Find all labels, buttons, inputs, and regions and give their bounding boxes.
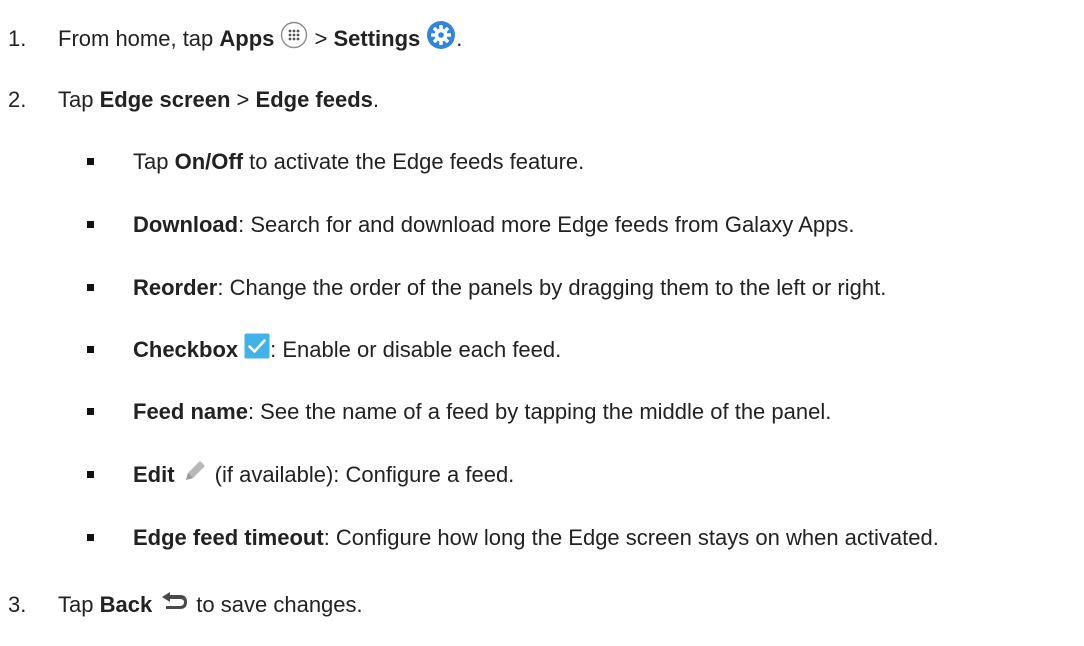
back-arrow-icon xyxy=(158,589,190,621)
bullet-description: to activate the Edge feeds feature. xyxy=(243,149,585,174)
bullet-term: Checkbox xyxy=(133,337,239,362)
bullet-item: Edge feed timeout : Configure how long t… xyxy=(0,523,1084,553)
bullet-square xyxy=(87,471,94,478)
step-number: 2. xyxy=(8,87,27,112)
step-text-prefix: From home, tap xyxy=(58,26,220,51)
step-text: Tap Back to save changes. xyxy=(58,589,363,621)
bullet-term: Feed name xyxy=(133,399,248,424)
bullet-description: : Change the order of the panels by drag… xyxy=(217,275,887,300)
step-text-end: . xyxy=(372,87,380,112)
step-text: From home, tap Apps > Settings . xyxy=(58,20,462,58)
bullet-item: Download : Search for and download more … xyxy=(0,210,1084,240)
bullet-term: Download xyxy=(133,212,239,237)
bullet-item: Reorder : Change the order of the panels… xyxy=(0,273,1084,303)
bullet-description: : Configure how long the Edge screen sta… xyxy=(323,525,939,550)
pencil-edit-icon xyxy=(181,457,209,493)
step-text-prefix: Tap xyxy=(58,592,100,617)
bullet-item: Tap On/Off to activate the Edge feeds fe… xyxy=(0,147,1084,177)
apps-label: Apps xyxy=(219,26,275,51)
bullet-square xyxy=(87,534,94,541)
bullet-square xyxy=(87,284,94,291)
bullet-description: : See the name of a feed by tapping the … xyxy=(247,399,832,424)
settings-gear-icon xyxy=(426,20,456,58)
settings-label: Settings xyxy=(333,26,421,51)
checkbox-checked-icon xyxy=(244,333,270,367)
bullet-term: On/Off xyxy=(174,149,244,174)
back-label: Back xyxy=(99,592,153,617)
bullet-description: : Search for and download more Edge feed… xyxy=(238,212,855,237)
bullet-square xyxy=(87,221,94,228)
bullet-prefix: Tap xyxy=(133,149,175,174)
apps-grid-icon xyxy=(280,21,308,57)
bullet-square xyxy=(87,408,94,415)
bullet-square xyxy=(87,346,94,353)
bullet-item: Checkbox : Enable or disable each feed. xyxy=(0,333,1084,367)
step-number: 3. xyxy=(8,592,27,617)
bullet-description: : Enable or disable each feed. xyxy=(270,337,562,362)
edge-screen-label: Edge screen xyxy=(99,87,231,112)
step-text-prefix: Tap xyxy=(58,87,100,112)
step-number: 1. xyxy=(8,26,27,51)
bullet-term: Edge feed timeout xyxy=(133,525,324,550)
edge-feeds-label: Edge feeds xyxy=(255,87,373,112)
separator: > xyxy=(308,26,334,51)
bullet-item: Feed name : See the name of a feed by ta… xyxy=(0,397,1084,427)
step-text-end: . xyxy=(456,26,463,51)
bullet-square xyxy=(87,158,94,165)
bullet-term: Reorder xyxy=(133,275,218,300)
bullet-description: (if available): Configure a feed. xyxy=(208,462,515,487)
bullet-item: Edit (if available): Configure a feed. xyxy=(0,460,1084,490)
bullet-term: Edit xyxy=(133,462,175,487)
step-text-end: to save changes. xyxy=(190,592,363,617)
step-text: Tap Edge screen > Edge feeds . xyxy=(58,85,379,115)
separator: > xyxy=(230,87,256,112)
